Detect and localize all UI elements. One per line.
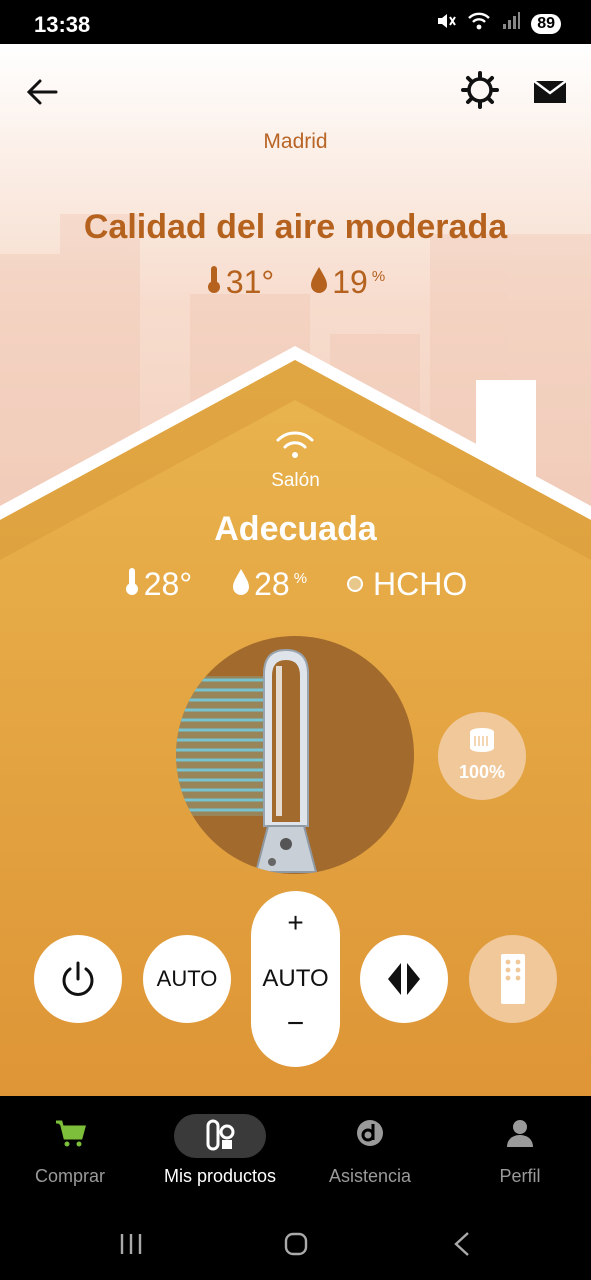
app-screen: Madrid Calidad del aire moderada 31° 19% [0, 44, 591, 1096]
settings-button[interactable] [460, 70, 500, 110]
nav-item-mis-productos[interactable]: Mis productos [150, 1096, 290, 1204]
recent-apps-icon[interactable] [120, 1234, 142, 1254]
outdoor-city: Madrid [263, 130, 328, 153]
droplet-icon [233, 569, 250, 595]
nav-item-perfil[interactable]: Perfil [450, 1096, 590, 1204]
fan-device-view[interactable] [176, 636, 414, 874]
remote-button[interactable] [469, 935, 557, 1023]
remote-icon [501, 954, 525, 1004]
home-icon[interactable] [284, 1232, 308, 1256]
indoor-air-quality: Adecuada [214, 510, 377, 548]
products-icon [204, 1118, 236, 1157]
system-navigation-bar [0, 1204, 591, 1280]
indoor-stats: 28° 28% HCHO [0, 566, 591, 603]
nav-item-comprar[interactable]: Comprar [0, 1096, 140, 1204]
nav-item-asistencia[interactable]: Asistencia [300, 1096, 440, 1204]
thermometer-icon [207, 266, 220, 293]
bottom-navigation: Comprar Mis productos Asistencia Perfil [0, 1096, 591, 1204]
filter-status-button[interactable]: 100% [438, 712, 526, 800]
status-time: 13:38 [34, 12, 91, 37]
droplet-icon [311, 267, 328, 293]
purifier-fan-image [176, 648, 318, 873]
fan-speed-control: + AUTO − [251, 891, 340, 1067]
back-nav-icon[interactable] [454, 1232, 469, 1256]
speed-value: AUTO [262, 965, 329, 992]
oscillation-button[interactable] [360, 935, 448, 1023]
mute-icon [435, 11, 457, 36]
filter-icon [470, 728, 494, 752]
mail-icon [533, 80, 567, 103]
power-icon [62, 961, 94, 996]
speed-increase-button[interactable]: + [251, 907, 340, 939]
oscillation-icon [388, 963, 420, 995]
cart-icon [54, 1118, 86, 1153]
outdoor-air-quality: Calidad del aire moderada [83, 208, 508, 246]
person-icon [505, 1118, 535, 1153]
support-icon [355, 1118, 385, 1153]
status-icons: 89 [435, 11, 561, 36]
outdoor-humidity: 19% [310, 264, 385, 301]
hcho-status-dot [347, 576, 364, 592]
room-name: Salón [271, 470, 320, 491]
indoor-temperature: 28° [124, 566, 192, 603]
arrow-left-icon [26, 79, 58, 105]
messages-button[interactable] [530, 72, 570, 112]
wifi-icon [467, 11, 491, 36]
filter-level: 100% [458, 762, 506, 782]
gear-icon [461, 71, 499, 109]
speed-decrease-button[interactable]: − [251, 1007, 340, 1041]
indoor-pollutant: HCHO [347, 566, 467, 603]
thermometer-icon [125, 568, 138, 595]
outdoor-temperature: 31° [206, 264, 274, 301]
outdoor-stats: 31° 19% [0, 264, 591, 301]
signal-icon [501, 11, 521, 36]
wifi-connected-icon [275, 428, 315, 462]
status-bar: 13:38 89 [0, 0, 591, 44]
battery-level: 89 [531, 13, 561, 34]
back-button[interactable] [22, 72, 62, 112]
auto-mode-button[interactable]: AUTO [143, 935, 231, 1023]
power-button[interactable] [34, 935, 122, 1023]
indoor-humidity: 28% [232, 566, 307, 603]
